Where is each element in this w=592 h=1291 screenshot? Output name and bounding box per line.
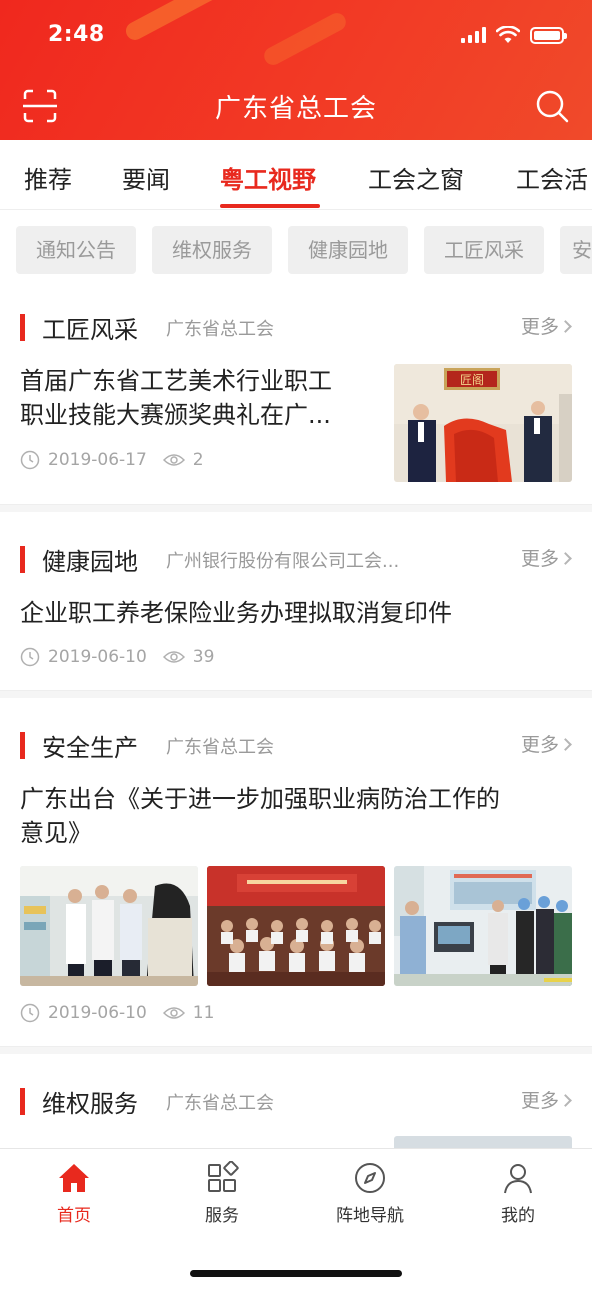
article-image-3[interactable] — [394, 866, 572, 986]
more-link[interactable]: 更多 — [521, 1086, 572, 1113]
section-source: 广东省总工会 — [166, 1093, 274, 1114]
section-marker — [20, 314, 25, 341]
status-bar: 2:48 — [0, 0, 592, 72]
chip-craftsman[interactable]: 工匠风采 — [424, 226, 544, 274]
view-count: 2 — [192, 450, 204, 470]
section-divider — [0, 504, 592, 512]
article-thumbnail[interactable] — [394, 1136, 572, 1148]
section-marker — [20, 1088, 25, 1115]
article-title[interactable]: 首届广东省工艺美术行业职工 职业技能大赛颁奖典礼在广... — [20, 364, 380, 432]
section-rights-service: 维权服务 广东省总工会 更多 — [0, 1084, 592, 1148]
nav-home[interactable]: 首页 — [24, 1161, 124, 1226]
section-craftsman: 工匠风采 广东省总工会 更多 首届广东省工艺美术行业职工 职业技能大赛颁奖典礼在… — [0, 310, 592, 500]
view-count: 11 — [192, 1003, 215, 1023]
section-marker — [20, 732, 25, 759]
section-source: 广东省总工会 — [166, 319, 274, 340]
page-title: 广东省总工会 — [214, 94, 377, 124]
tab-news[interactable]: 要闻 — [122, 160, 170, 195]
compass-icon — [355, 1163, 385, 1193]
section-health-garden: 健康园地 广州银行股份有限公司工会... 更多 企业职工养老保险业务办理拟取消复… — [0, 542, 592, 682]
article-image-1[interactable] — [20, 866, 198, 986]
section-title: 维权服务 — [42, 1090, 138, 1118]
section-title: 健康园地 — [42, 548, 138, 576]
search-icon[interactable] — [534, 88, 570, 124]
article-title[interactable]: 广东出台《关于进一步加强职业病防治工作的 意见》 — [20, 782, 580, 850]
chevron-right-icon — [559, 552, 572, 565]
article-title[interactable]: 企业职工养老保险业务办理拟取消复印件 — [20, 596, 572, 630]
tab-union-activities[interactable]: 工会活 — [516, 160, 588, 195]
subcategory-chips: 通知公告 维权服务 健康园地 工匠风采 安 — [0, 226, 592, 274]
tab-yuegong-view[interactable]: 粤工视野 — [220, 160, 316, 195]
article-date: 2019-06-17 — [48, 450, 147, 470]
article-meta: 2019-06-10 11 — [20, 1001, 214, 1025]
article-date: 2019-06-10 — [48, 1003, 147, 1023]
eye-icon — [162, 454, 185, 466]
category-tabs: 推荐 要闻 粤工视野 工会之窗 工会活 — [0, 140, 592, 210]
clock-icon — [20, 450, 40, 470]
section-title: 安全生产 — [42, 734, 138, 762]
section-title: 工匠风采 — [42, 316, 138, 344]
section-source: 广东省总工会 — [166, 737, 274, 758]
grid-icon — [208, 1161, 239, 1192]
more-link[interactable]: 更多 — [521, 730, 572, 757]
battery-icon — [530, 26, 567, 44]
article-date: 2019-06-10 — [48, 647, 147, 667]
chevron-right-icon — [559, 738, 572, 751]
section-divider — [0, 690, 592, 698]
chevron-right-icon — [559, 1094, 572, 1107]
signal-icon — [461, 27, 486, 43]
home-icon — [59, 1164, 89, 1192]
person-icon — [504, 1164, 532, 1194]
status-time: 2:48 — [48, 22, 105, 47]
more-link[interactable]: 更多 — [521, 312, 572, 339]
article-meta: 2019-06-17 2 — [20, 448, 204, 472]
eye-icon — [162, 651, 185, 663]
plaque-text: 匠阁 — [460, 373, 484, 387]
active-tab-indicator — [220, 204, 320, 208]
nav-mine[interactable]: 我的 — [468, 1161, 568, 1226]
view-count: 39 — [192, 647, 215, 667]
section-safety: 安全生产 广东省总工会 更多 广东出台《关于进一步加强职业病防治工作的 意见》 — [0, 728, 592, 1038]
chip-safety[interactable]: 安 — [560, 226, 592, 274]
home-indicator — [190, 1270, 402, 1277]
app-header: 2:48 广东省总工会 — [0, 0, 592, 140]
article-meta: 2019-06-10 39 — [20, 645, 214, 669]
chip-notice[interactable]: 通知公告 — [16, 226, 136, 274]
section-marker — [20, 546, 25, 573]
tab-recommend[interactable]: 推荐 — [24, 160, 72, 195]
article-thumbnail[interactable]: 匠阁 — [394, 364, 572, 482]
article-image-2[interactable] — [207, 866, 385, 986]
wifi-icon — [496, 26, 520, 43]
tab-union-window[interactable]: 工会之窗 — [368, 160, 464, 195]
clock-icon — [20, 1003, 40, 1023]
nav-position-navigation[interactable]: 阵地导航 — [320, 1161, 420, 1226]
more-link[interactable]: 更多 — [521, 544, 572, 571]
section-divider — [0, 1046, 592, 1054]
chip-rights-service[interactable]: 维权服务 — [152, 226, 272, 274]
clock-icon — [20, 647, 40, 667]
chip-health-garden[interactable]: 健康园地 — [288, 226, 408, 274]
nav-services[interactable]: 服务 — [172, 1161, 272, 1226]
eye-icon — [162, 1007, 185, 1019]
chevron-right-icon — [559, 320, 572, 333]
section-source: 广州银行股份有限公司工会... — [166, 551, 400, 572]
